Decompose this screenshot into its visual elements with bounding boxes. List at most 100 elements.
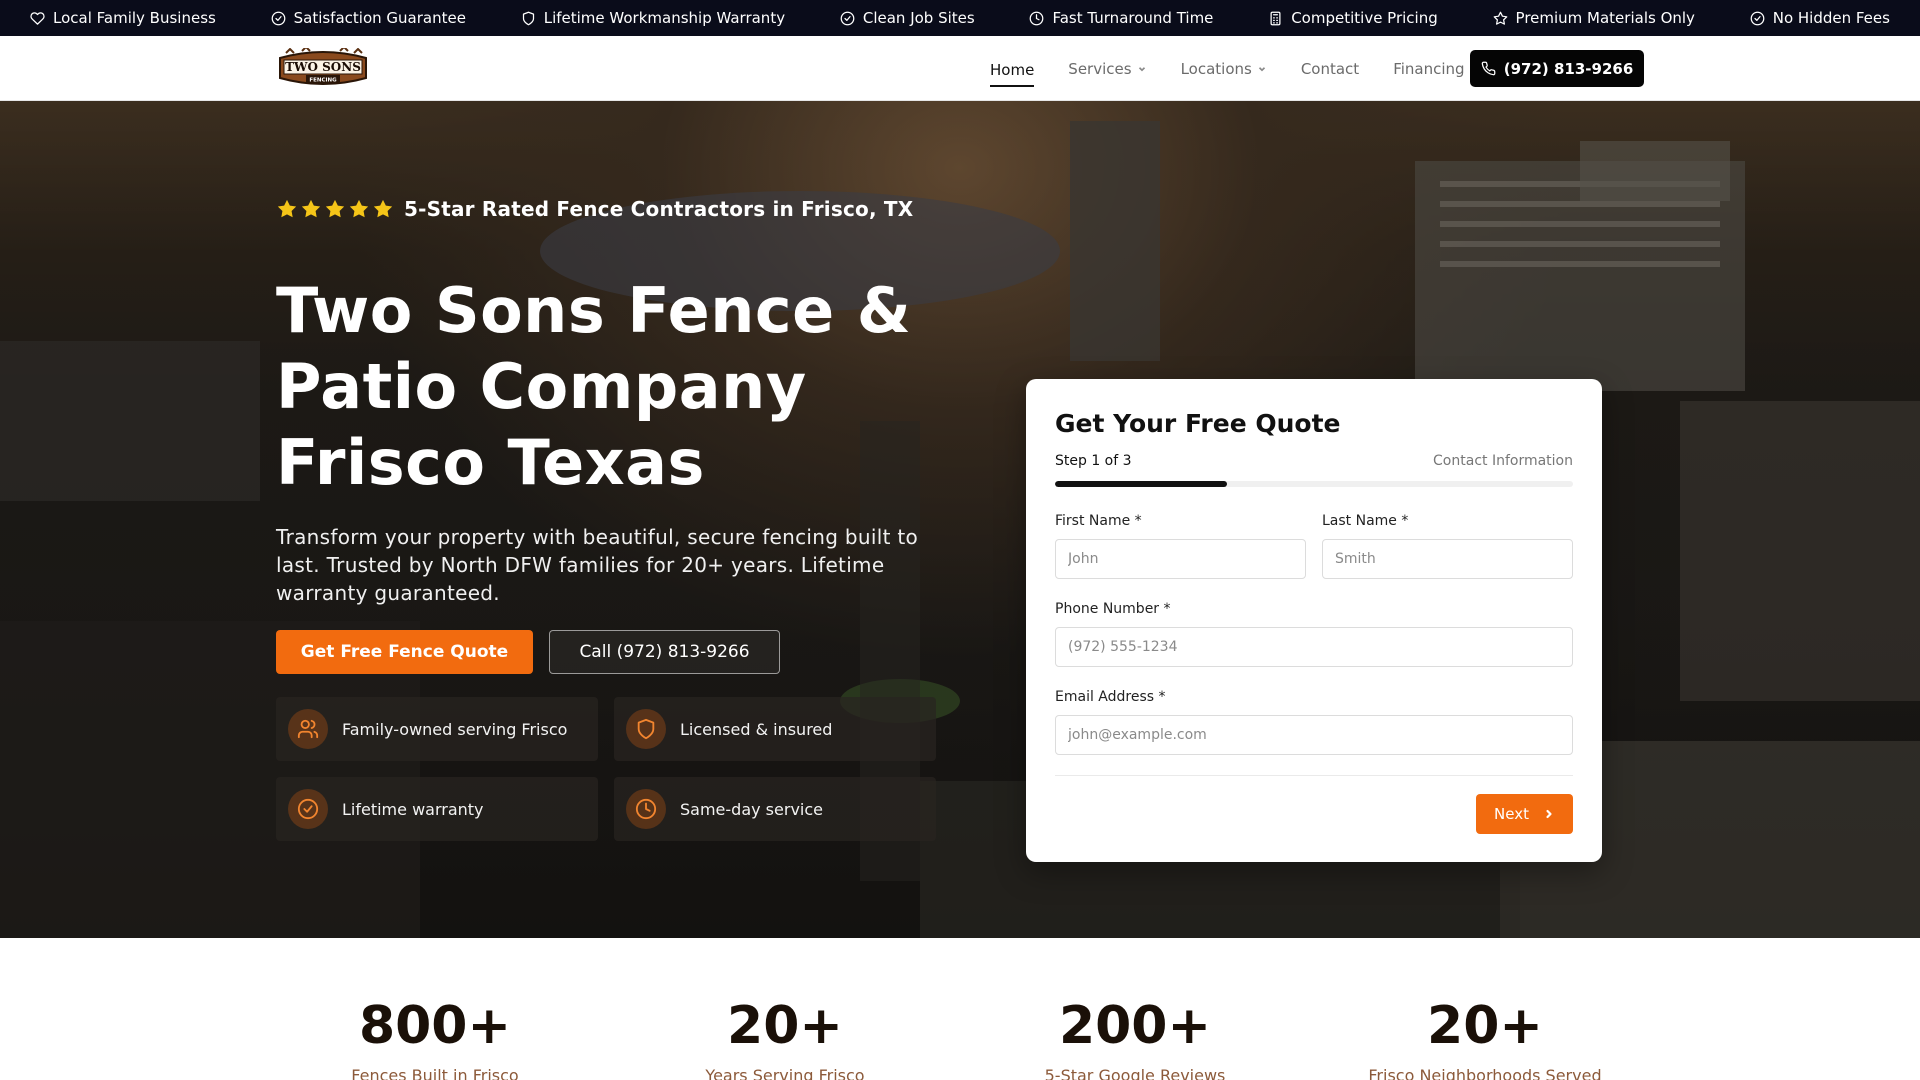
trust-item-local-family: Local Family Business: [30, 9, 216, 27]
step-indicator: Step 1 of 3: [1055, 453, 1132, 469]
last-name-label: Last Name *: [1322, 513, 1409, 529]
stat-value: 200+: [1058, 996, 1212, 1056]
star-icon: [373, 199, 393, 218]
stat-label: 5-Star Google Reviews: [1044, 1066, 1226, 1080]
chevron-right-icon: [1546, 809, 1552, 819]
nav-label: Financing: [1393, 59, 1465, 78]
phone-input[interactable]: [1055, 627, 1573, 667]
stats-section: 800+ Fences Built in Frisco 20+ Years Se…: [0, 938, 1920, 1080]
hero-subtitle: Transform your property with beautiful, …: [276, 525, 919, 605]
feature-same-day: Same-day service: [614, 777, 936, 841]
trust-item-clean-sites: Clean Job Sites: [840, 9, 975, 27]
star-rating: [276, 198, 394, 220]
trust-item-label: Satisfaction Guarantee: [293, 9, 466, 27]
chevron-down-icon: [1138, 66, 1145, 71]
get-quote-button[interactable]: Get Free Fence Quote: [276, 630, 533, 674]
trust-item-label: Local Family Business: [53, 9, 216, 27]
shield-icon: [522, 11, 534, 25]
next-button[interactable]: Next: [1476, 794, 1573, 834]
star-icon: [301, 199, 321, 218]
hero-section: 5-Star Rated Fence Contractors in Frisco…: [0, 101, 1920, 938]
star-icon: [325, 199, 345, 218]
hero-title-line: Patio Company: [276, 350, 807, 423]
step-progress-fill: [1055, 481, 1228, 487]
company-logo[interactable]: TWO SONS FENCING: [276, 48, 370, 88]
quote-form: Get Your Free Quote Step 1 of 3 Contact …: [1026, 379, 1602, 862]
trust-item-label: Premium Materials Only: [1515, 9, 1695, 27]
next-label: Next: [1494, 805, 1529, 823]
form-divider: [1055, 775, 1573, 776]
rating-badge: 5-Star Rated Fence Contractors in Frisco…: [276, 197, 913, 221]
stat-label: Fences Built in Frisco: [351, 1066, 519, 1080]
hero-title: Two Sons Fence & Patio Company Frisco Te…: [276, 273, 916, 501]
shield-icon: [637, 718, 655, 740]
email-label: Email Address *: [1055, 689, 1166, 705]
stat-google-reviews: 200+ 5-Star Google Reviews: [965, 998, 1305, 1080]
nav-contact[interactable]: Contact: [1301, 60, 1359, 78]
trust-item-label: Lifetime Workmanship Warranty: [543, 9, 786, 27]
stat-value: 20+: [727, 996, 843, 1056]
step-progress-bar: [1055, 481, 1573, 487]
star-icon: [1493, 11, 1507, 25]
trust-item-label: Competitive Pricing: [1291, 9, 1438, 27]
trust-item-fast-turnaround: Fast Turnaround Time: [1029, 9, 1213, 27]
nav-locations[interactable]: Locations: [1181, 60, 1267, 78]
feature-label: Same-day service: [680, 799, 823, 819]
first-name-label: First Name *: [1055, 513, 1142, 529]
feature-label: Licensed & insured: [680, 719, 833, 739]
logo-subtext: FENCING: [309, 78, 337, 84]
stat-years-serving: 20+ Years Serving Frisco: [615, 998, 955, 1080]
header-phone-label: (972) 813-9266: [1503, 59, 1634, 78]
feature-family-owned: Family-owned serving Frisco: [276, 697, 598, 761]
check-circle-icon: [297, 798, 319, 820]
first-name-input[interactable]: [1055, 539, 1306, 579]
heart-icon: [30, 11, 45, 25]
feature-licensed: Licensed & insured: [614, 697, 936, 761]
stat-label: Years Serving Frisco: [705, 1066, 865, 1080]
check-circle-icon: [1750, 11, 1765, 25]
calculator-icon: [1270, 11, 1281, 25]
check-circle-icon: [840, 11, 855, 25]
rating-text: 5-Star Rated Fence Contractors in Frisco…: [404, 197, 914, 221]
stat-value: 800+: [358, 996, 512, 1056]
nav-label: Home: [990, 60, 1035, 79]
trust-item-no-fees: No Hidden Fees: [1750, 9, 1890, 27]
trust-item-pricing: Competitive Pricing: [1268, 9, 1438, 27]
stat-value: 20+: [1427, 996, 1543, 1056]
chevron-down-icon: [1258, 66, 1265, 71]
stat-neighborhoods: 20+ Frisco Neighborhoods Served: [1315, 998, 1655, 1080]
nav-label: Locations: [1180, 59, 1252, 78]
users-icon: [297, 719, 319, 739]
stat-fences-built: 800+ Fences Built in Frisco: [265, 998, 605, 1080]
clock-icon: [1030, 11, 1044, 25]
trust-item-satisfaction: Satisfaction Guarantee: [271, 9, 466, 27]
hero-title-line: Two Sons Fence &: [276, 274, 912, 347]
phone-label: Phone Number *: [1055, 601, 1171, 617]
quote-form-title: Get Your Free Quote: [1055, 409, 1341, 438]
step-description: Contact Information: [1433, 453, 1573, 469]
last-name-input[interactable]: [1322, 539, 1573, 579]
hero-title-line: Frisco Texas: [276, 426, 705, 499]
feature-lifetime-warranty: Lifetime warranty: [276, 777, 598, 841]
feature-label: Lifetime warranty: [342, 799, 484, 819]
trust-bar: Local Family Business Satisfaction Guara…: [0, 0, 1920, 36]
call-button[interactable]: Call (972) 813-9266: [549, 630, 780, 674]
clock-icon: [635, 798, 657, 820]
trust-item-warranty: Lifetime Workmanship Warranty: [521, 9, 785, 27]
trust-item-label: Clean Job Sites: [862, 9, 975, 27]
stat-label: Frisco Neighborhoods Served: [1368, 1066, 1602, 1080]
feature-label: Family-owned serving Frisco: [342, 719, 568, 739]
trust-item-premium: Premium Materials Only: [1493, 9, 1695, 27]
nav-financing[interactable]: Financing: [1393, 60, 1464, 78]
main-nav: Home Services Locations Contact Financin…: [990, 36, 1499, 101]
star-icon: [349, 199, 369, 218]
header-phone-button[interactable]: (972) 813-9266: [1470, 50, 1644, 87]
trust-item-label: Fast Turnaround Time: [1052, 9, 1214, 27]
nav-home[interactable]: Home: [990, 57, 1035, 87]
nav-label: Contact: [1300, 59, 1360, 78]
email-input[interactable]: [1055, 715, 1573, 755]
nav-services[interactable]: Services: [1068, 60, 1146, 78]
trust-item-label: No Hidden Fees: [1772, 9, 1890, 27]
star-icon: [277, 199, 297, 218]
site-header: TWO SONS FENCING Home Services Locations…: [0, 36, 1920, 101]
